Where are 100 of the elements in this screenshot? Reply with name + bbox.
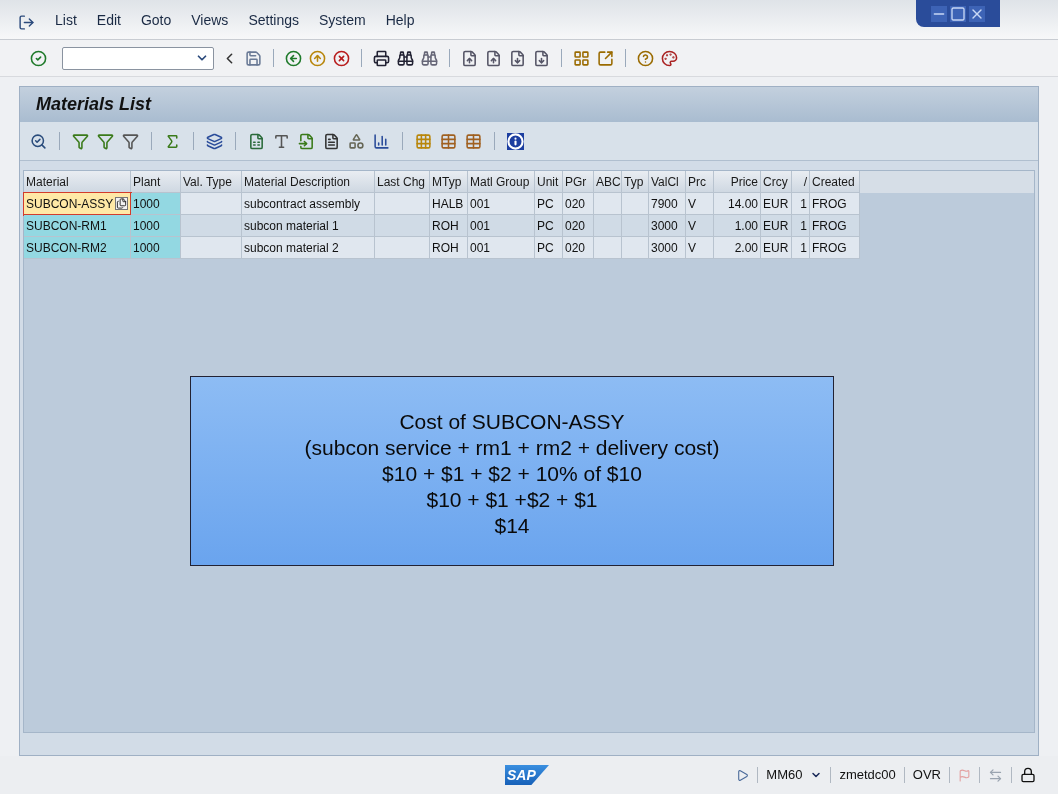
spreadsheet-icon[interactable] xyxy=(248,132,265,150)
table-cell: 1 xyxy=(792,193,810,215)
column-header[interactable]: MTyp xyxy=(430,171,468,193)
play-icon[interactable] xyxy=(736,768,750,782)
chart-icon[interactable] xyxy=(373,132,390,150)
note-text: Cost of SUBCON-ASSY xyxy=(399,409,625,435)
table-cell: subcontract assembly xyxy=(242,193,375,215)
menu-item[interactable]: Help xyxy=(385,10,415,31)
note-text: (subcon service + rm1 + rm2 + delivery cost) xyxy=(304,435,720,461)
table-cell: EUR xyxy=(761,193,792,215)
table-cell: subcon material 1 xyxy=(242,215,375,237)
export-icon[interactable] xyxy=(298,132,315,150)
table-cell: 001 xyxy=(468,215,535,237)
table-cell: 1 xyxy=(792,215,810,237)
local-file-icon[interactable] xyxy=(323,132,340,150)
table-cell: SUBCON-RM2 xyxy=(24,237,131,259)
next-page-icon[interactable] xyxy=(509,49,526,67)
details-icon[interactable] xyxy=(30,132,47,150)
menu-item[interactable]: Goto xyxy=(140,10,172,31)
table-cell: V xyxy=(686,237,714,259)
table-cell: 020 xyxy=(563,215,594,237)
table-cell: 2.00 xyxy=(714,237,761,259)
table-cell: 1.00 xyxy=(714,215,761,237)
info-icon[interactable] xyxy=(507,132,524,150)
column-header[interactable]: Material xyxy=(24,171,131,193)
column-header[interactable]: Matl Group xyxy=(468,171,535,193)
screen-title: Materials List xyxy=(36,93,152,116)
column-header[interactable]: Created xyxy=(810,171,860,193)
table-cell: FROG xyxy=(810,215,860,237)
table-cell: 3000 xyxy=(649,215,686,237)
menu-item[interactable]: Views xyxy=(191,10,229,31)
copy-icon[interactable] xyxy=(115,197,128,210)
table-cell: 001 xyxy=(468,237,535,259)
table-cell: V xyxy=(686,215,714,237)
table-cell: 7900 xyxy=(649,193,686,215)
sap-logo: SAP xyxy=(505,765,549,785)
command-field[interactable] xyxy=(62,46,214,70)
table-cell: 1000 xyxy=(131,193,181,215)
last-page-icon[interactable] xyxy=(533,49,550,67)
table-cell: 1 xyxy=(792,237,810,259)
cancel-icon[interactable] xyxy=(333,49,350,67)
column-header[interactable]: Price xyxy=(714,171,761,193)
table-cell: SUBCON-ASSY xyxy=(24,193,131,215)
table-cell: 14.00 xyxy=(714,193,761,215)
column-header[interactable]: Unit xyxy=(535,171,563,193)
menu-item[interactable]: Settings xyxy=(248,10,299,31)
first-page-icon[interactable] xyxy=(461,49,478,67)
checkmark-icon[interactable] xyxy=(30,49,47,67)
maximize-icon[interactable] xyxy=(950,5,966,22)
find-next-icon[interactable] xyxy=(421,49,438,67)
table-cell: 1000 xyxy=(131,215,181,237)
table-cell: ROH xyxy=(430,237,468,259)
input-mode[interactable]: OVR xyxy=(912,765,941,785)
table-cell: 1000 xyxy=(131,237,181,259)
table-cell: HALB xyxy=(430,193,468,215)
previous-page-icon[interactable] xyxy=(485,49,502,67)
column-header[interactable]: PGr xyxy=(563,171,594,193)
lock-icon[interactable] xyxy=(1020,767,1036,783)
column-header[interactable]: ABC xyxy=(594,171,622,193)
menu-item[interactable]: System xyxy=(318,10,366,31)
note-text: $14 xyxy=(494,513,530,539)
transfer-icon xyxy=(988,767,1003,783)
save-icon[interactable] xyxy=(245,49,262,67)
column-header[interactable]: ValCl xyxy=(649,171,686,193)
menu-item[interactable]: List xyxy=(55,10,77,31)
note-text: $10 + $1 +$2 + $1 xyxy=(426,487,598,513)
column-header[interactable]: Crcy xyxy=(761,171,792,193)
table-cell: FROG xyxy=(810,237,860,259)
table-cell: PC xyxy=(535,215,563,237)
table-cell: PC xyxy=(535,237,563,259)
table-cell: ROH xyxy=(430,215,468,237)
table-cell: PC xyxy=(535,193,563,215)
column-header[interactable]: / xyxy=(792,171,810,193)
table-cell: subcon material 2 xyxy=(242,237,375,259)
column-header[interactable]: Last Chg xyxy=(375,171,430,193)
server-name: zmetdc00 xyxy=(839,766,896,785)
minimize-icon[interactable] xyxy=(931,5,947,22)
transaction-code[interactable]: MM60 xyxy=(766,765,803,785)
table-cell: 020 xyxy=(563,237,594,259)
help-icon[interactable] xyxy=(637,49,654,67)
menu-item[interactable]: Edit xyxy=(96,10,121,31)
column-header[interactable]: Val. Type xyxy=(181,171,242,193)
table-cell: 020 xyxy=(563,193,594,215)
table-cell: FROG xyxy=(810,193,860,215)
table-cell: EUR xyxy=(761,215,792,237)
table-cell: V xyxy=(686,193,714,215)
close-icon[interactable] xyxy=(969,5,985,22)
column-header[interactable]: Typ xyxy=(622,171,649,193)
table-cell: 3000 xyxy=(649,237,686,259)
exit-icon[interactable] xyxy=(309,49,326,67)
shortcut-icon[interactable] xyxy=(597,49,614,67)
table-cell: 001 xyxy=(468,193,535,215)
column-header[interactable]: Prc xyxy=(686,171,714,193)
printer-icon[interactable] xyxy=(373,49,390,67)
note-text: $10 + $1 + $2 + 10% of $10 xyxy=(382,461,642,487)
column-header[interactable]: Material Description xyxy=(242,171,375,193)
filter-icon[interactable] xyxy=(122,132,139,150)
flag-icon xyxy=(958,768,971,782)
column-header[interactable]: Plant xyxy=(131,171,181,193)
find-icon[interactable] xyxy=(397,49,414,67)
